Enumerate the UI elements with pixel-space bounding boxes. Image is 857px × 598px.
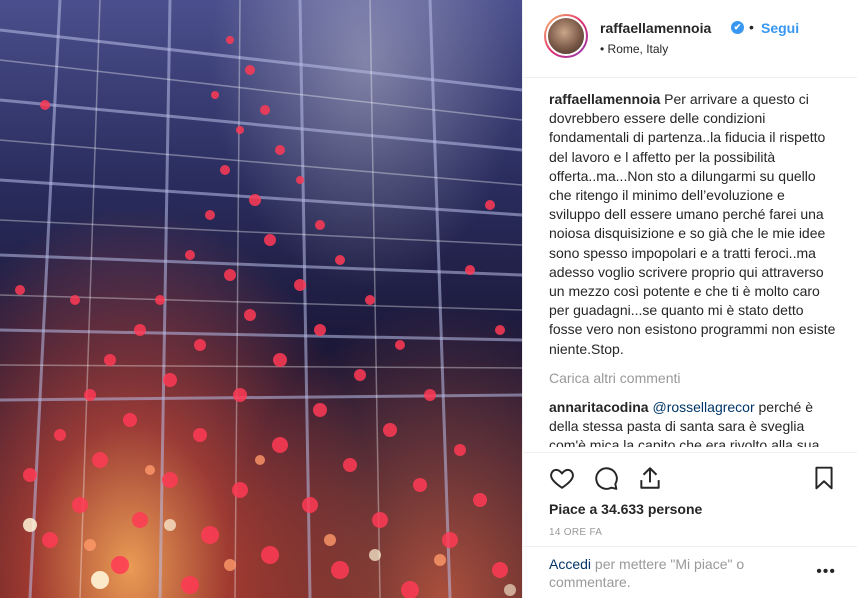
- comment-username[interactable]: annaritacodina: [549, 399, 649, 415]
- login-text: Accedi per mettere "Mi piace" o commenta…: [549, 555, 789, 591]
- likes-count[interactable]: Piace a 34.633 persone: [549, 501, 702, 517]
- comment-mention[interactable]: @rossellagrecor: [652, 399, 754, 415]
- post-header: raffaellamennoia ✔ • Segui • Rome, Italy: [523, 0, 857, 78]
- location-link[interactable]: • Rome, Italy: [600, 42, 668, 56]
- separator-dot: •: [749, 19, 754, 35]
- verified-badge-icon: ✔: [731, 21, 744, 34]
- bookmark-icon[interactable]: [811, 465, 837, 491]
- post-actions: Piace a 34.633 persone 14 ORE FA Accedi …: [523, 452, 857, 598]
- concert-stage-image: [0, 0, 522, 598]
- avatar-image: [546, 16, 586, 56]
- post-side-panel: raffaellamennoia ✔ • Segui • Rome, Italy…: [522, 0, 857, 598]
- list-item: annaritacodina @rossellagrecor perché è …: [549, 398, 839, 447]
- post-timestamp[interactable]: 14 ORE FA: [549, 527, 602, 538]
- avatar[interactable]: [544, 14, 588, 58]
- username-link[interactable]: raffaellamennoia: [600, 20, 711, 36]
- follow-button[interactable]: Segui: [761, 20, 799, 36]
- caption-text: Per arrivare a questo ci dovrebbero esse…: [549, 91, 836, 357]
- caption-username[interactable]: raffaellamennoia: [549, 91, 660, 107]
- heart-icon[interactable]: [549, 465, 575, 491]
- more-options-button[interactable]: •••: [816, 563, 836, 581]
- post-caption: raffaellamennoia Per arrivare a questo c…: [549, 90, 839, 359]
- login-prompt: Accedi per mettere "Mi piace" o commenta…: [523, 546, 857, 598]
- post-photo: [0, 0, 522, 598]
- load-more-comments-button[interactable]: Carica altri commenti: [549, 370, 839, 386]
- login-link[interactable]: Accedi: [549, 556, 591, 572]
- share-icon[interactable]: [637, 465, 663, 491]
- comment-icon[interactable]: [593, 465, 619, 491]
- comments-list[interactable]: raffaellamennoia Per arrivare a questo c…: [549, 90, 839, 447]
